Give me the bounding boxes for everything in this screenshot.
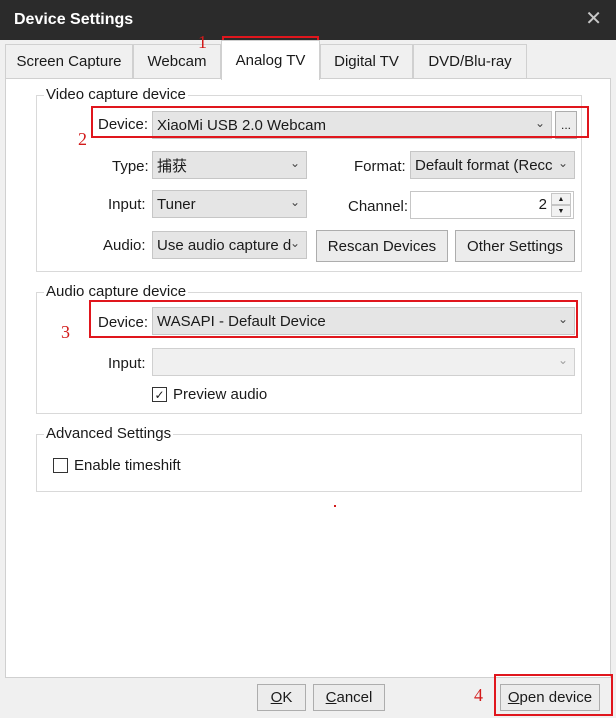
group-legend: Advanced Settings	[44, 425, 174, 442]
annotation-number-2: 2	[78, 129, 87, 149]
annotation-number-1: 1	[198, 32, 207, 52]
audio-input-select[interactable]: ⌄	[152, 348, 575, 376]
chevron-down-icon: ⌄	[557, 353, 568, 367]
tab-strip: Screen Capture Webcam Analog TV Digital …	[0, 40, 616, 80]
audio-label: Audio:	[103, 237, 146, 254]
enable-timeshift-checkbox[interactable]: Enable timeshift	[53, 457, 181, 474]
tab-webcam[interactable]: Webcam	[133, 44, 221, 78]
annotation-box-4	[494, 674, 613, 716]
chevron-down-icon: ⌄	[289, 236, 300, 250]
group-legend: Audio capture device	[44, 283, 189, 300]
title-bar: Device Settings ✕	[0, 0, 616, 40]
tab-panel: Video capture device Device: XiaoMi USB …	[5, 78, 611, 678]
type-label: Type:	[112, 158, 149, 175]
group-legend: Video capture device	[44, 86, 188, 103]
tab-dvd-bluray[interactable]: DVD/Blu-ray	[413, 44, 527, 78]
channel-label: Channel:	[348, 198, 409, 215]
format-select[interactable]: Default format (Recc ⌄	[410, 151, 575, 179]
audio-input-label: Input:	[108, 355, 146, 372]
tab-analog-tv[interactable]: Analog TV	[221, 40, 320, 80]
input-select[interactable]: Tuner ⌄	[152, 190, 307, 218]
chevron-down-icon: ⌄	[289, 195, 300, 209]
rescan-devices-button[interactable]: Rescan Devices	[316, 230, 448, 262]
checkbox-empty-icon	[53, 458, 68, 473]
tab-digital-tv[interactable]: Digital TV	[320, 44, 413, 78]
close-icon[interactable]: ✕	[585, 9, 602, 29]
preview-audio-checkbox[interactable]: ✓ Preview audio	[152, 386, 267, 403]
spin-up-icon[interactable]: ▲	[551, 193, 571, 205]
annotation-number-3: 3	[61, 322, 70, 342]
input-label: Input:	[108, 196, 146, 213]
spin-down-icon[interactable]: ▼	[551, 205, 571, 217]
annotation-number-4: 4	[474, 685, 483, 705]
advanced-settings-group: Advanced Settings Enable timeshift	[36, 426, 582, 492]
other-settings-button[interactable]: Other Settings	[455, 230, 575, 262]
checkmark-icon: ✓	[152, 387, 167, 402]
channel-value: 2	[538, 196, 547, 213]
audio-select[interactable]: Use audio capture d ⌄	[152, 231, 307, 259]
stray-mark	[334, 505, 336, 507]
ok-button[interactable]: OK	[257, 684, 306, 711]
cancel-button[interactable]: Cancel	[313, 684, 385, 711]
annotation-box-3	[89, 300, 578, 338]
annotation-box-2	[91, 106, 589, 138]
chevron-down-icon: ⌄	[557, 156, 568, 170]
chevron-down-icon: ⌄	[289, 156, 300, 170]
tab-screen-capture[interactable]: Screen Capture	[5, 44, 133, 78]
format-label: Format:	[354, 158, 406, 175]
window-title: Device Settings	[14, 11, 134, 28]
type-select[interactable]: 捕获 ⌄	[152, 151, 307, 179]
channel-spinner[interactable]: 2 ▲ ▼	[410, 191, 574, 219]
